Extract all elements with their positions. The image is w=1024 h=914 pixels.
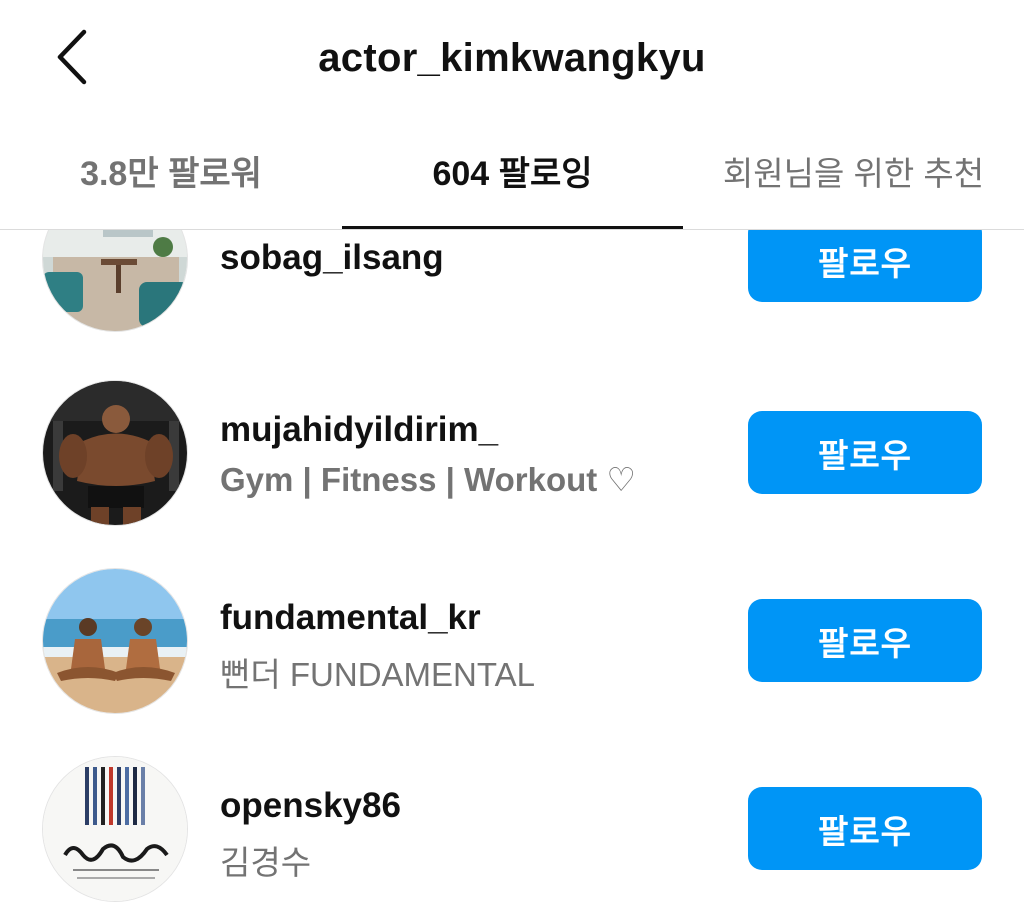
username[interactable]: opensky86 <box>220 786 401 826</box>
following-list: sobag_ilsang 팔로우 mujahidyildirim_ Gym | … <box>0 230 1024 914</box>
list-item[interactable]: opensky86 김경수 팔로우 <box>0 756 1024 906</box>
cafe-interior-image <box>43 230 187 331</box>
beach-meditation-image <box>43 569 187 713</box>
bodybuilder-image <box>43 381 187 525</box>
full-name: 김경수 <box>220 844 312 881</box>
list-item[interactable]: sobag_ilsang 팔로우 <box>0 230 1024 336</box>
tab-followers[interactable]: 3.8만 팔로워 <box>0 152 342 212</box>
follow-button[interactable]: 팔로우 <box>748 411 982 494</box>
avatar[interactable] <box>42 230 188 332</box>
username[interactable]: sobag_ilsang <box>220 238 444 278</box>
follow-button[interactable]: 팔로우 <box>748 599 982 682</box>
book-cover-image <box>43 757 187 901</box>
list-item[interactable]: fundamental_kr 뻔더 FUNDAMENTAL 팔로우 <box>0 568 1024 718</box>
list-item[interactable]: mujahidyildirim_ Gym | Fitness | Workout… <box>0 380 1024 530</box>
full-name: 뻔더 FUNDAMENTAL <box>220 656 535 693</box>
avatar[interactable] <box>42 756 188 902</box>
tab-suggested[interactable]: 회원님을 위한 추천 <box>683 152 1024 212</box>
avatar[interactable] <box>42 568 188 714</box>
tab-bar: 3.8만 팔로워 604 팔로잉 회원님을 위한 추천 <box>0 140 1024 230</box>
bio-subtitle: Gym | Fitness | Workout ♡ <box>220 461 636 498</box>
page-title: actor_kimkwangkyu <box>318 36 706 80</box>
follow-button[interactable]: 팔로우 <box>748 230 982 302</box>
avatar[interactable] <box>42 380 188 526</box>
follow-button[interactable]: 팔로우 <box>748 787 982 870</box>
top-bar: actor_kimkwangkyu <box>0 0 1024 120</box>
active-tab-indicator <box>342 226 683 229</box>
username[interactable]: mujahidyildirim_ <box>220 410 498 450</box>
username[interactable]: fundamental_kr <box>220 598 481 638</box>
tab-following[interactable]: 604 팔로잉 <box>342 152 683 212</box>
